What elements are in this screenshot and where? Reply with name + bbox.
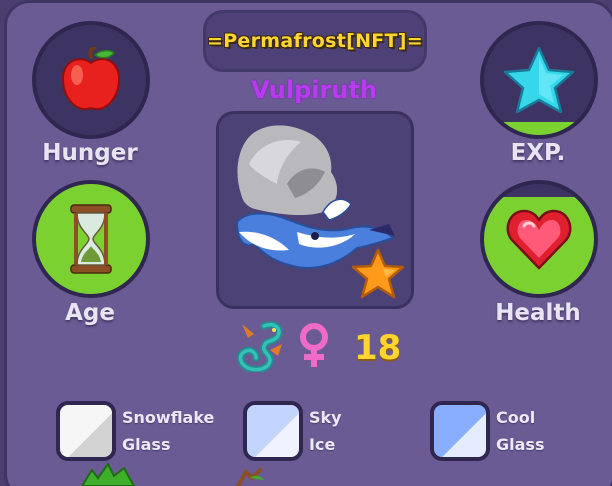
pet-name: Vulpiruth (251, 76, 377, 104)
hourglass-icon (70, 204, 112, 274)
swatch-snowflake-glass[interactable] (56, 401, 116, 461)
hunger-label: Hunger (42, 140, 138, 166)
pet-tag-plate: =Permafrost[NFT]= (203, 10, 427, 72)
swatch-cool-glass-label: Cool Glass (496, 408, 545, 454)
hunger-meter[interactable] (32, 21, 150, 139)
age-meter[interactable] (32, 180, 150, 298)
pet-tag: =Permafrost[NFT]= (206, 30, 424, 52)
pet-portrait[interactable] (216, 111, 414, 309)
female-icon (300, 323, 328, 367)
exp-fill (484, 121, 594, 135)
star-badge-icon (351, 248, 405, 299)
dragon-icon (237, 321, 283, 372)
leaf-item-icon (80, 462, 136, 486)
swatch-sky-ice-fill (247, 405, 299, 457)
swatch-cool-glass-fill (434, 405, 486, 457)
heart-icon (506, 209, 572, 270)
age-label: Age (65, 300, 115, 326)
health-label: Health (495, 300, 581, 326)
swatch-snowflake-glass-label: Snowflake Glass (122, 408, 215, 454)
swatch-snowflake-glass-fill (60, 405, 112, 457)
pet-count: 18 (354, 328, 402, 368)
star-icon (503, 46, 575, 114)
swatch-sky-ice[interactable] (243, 401, 303, 461)
apple-icon (61, 47, 121, 111)
swatch-cool-glass[interactable] (430, 401, 490, 461)
exp-meter[interactable] (480, 21, 598, 139)
health-meter[interactable] (480, 180, 598, 298)
swatch-sky-ice-label: Sky Ice (309, 408, 342, 454)
exp-label: EXP. (510, 140, 566, 166)
branch-item-icon (236, 468, 264, 486)
